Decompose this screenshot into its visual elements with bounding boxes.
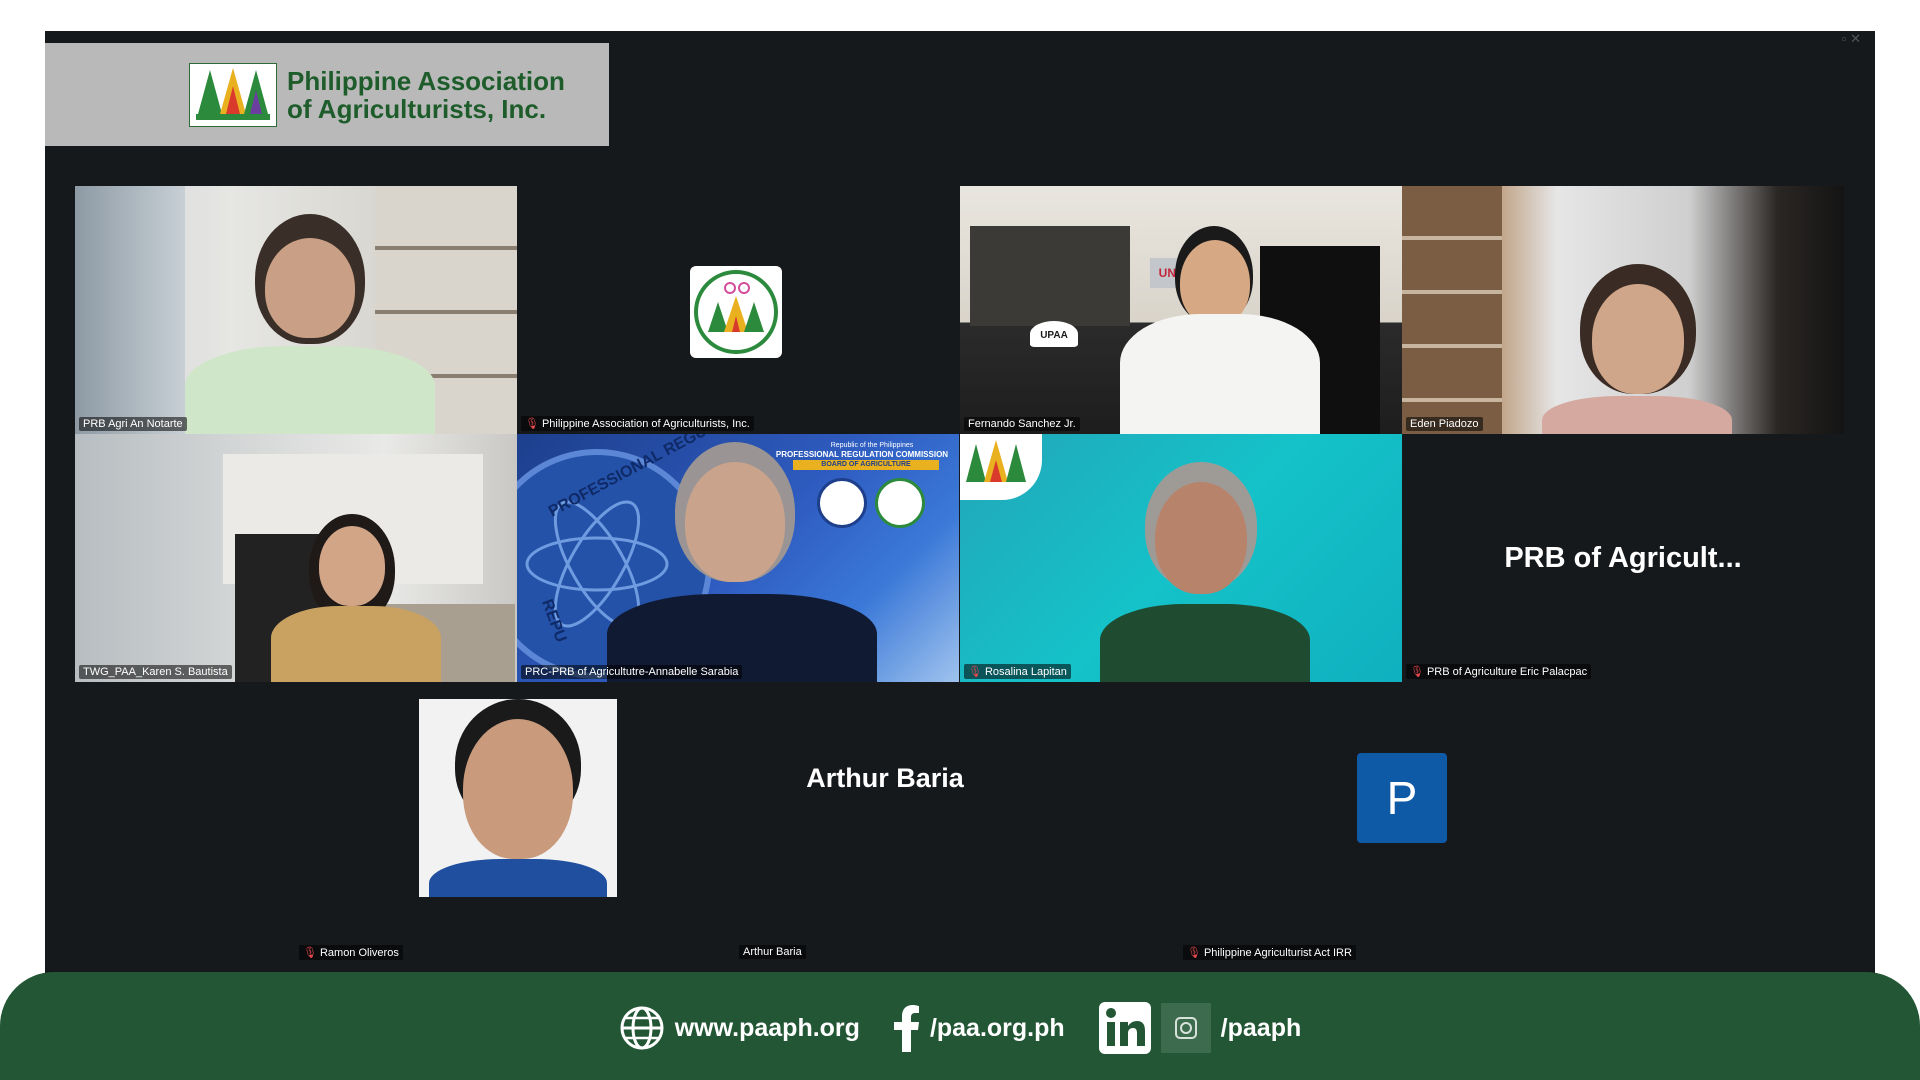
shelf [1402,186,1502,434]
website-link[interactable]: www.paaph.org [619,1005,860,1051]
video-tile-annabelle[interactable]: PROFESSIONAL REGULATIO REPU Republic of … [517,434,959,682]
ramon-avatar[interactable] [419,699,617,897]
meeting-stage: ▫ ✕ Philippine Association of Agricultur… [45,31,1875,1080]
close-icon[interactable]: ✕ [1850,31,1861,46]
paa-avatar [690,266,782,358]
participant-display-name: PRB of Agricult... [1504,541,1742,574]
person-body [185,346,435,434]
facebook-link[interactable]: /paa.org.ph [893,1004,1065,1052]
threads-icon [1160,1003,1211,1053]
prc-header-line2: PROFESSIONAL REGULATION COMMISSION [775,450,949,459]
participant-name: 🎙︎ Philippine Association of Agriculturis… [521,416,754,431]
person-body [429,859,607,897]
window-controls[interactable]: ▫ ✕ [1842,31,1861,47]
mic-muted-icon: 🎙︎ [303,947,317,959]
paa-corner-logo-icon [966,440,1026,482]
mic-muted-icon: 🎙︎ [1187,947,1201,959]
window-frame [75,186,185,434]
person-face [685,462,785,582]
org-name-line2: of Agriculturists, Inc. [287,94,547,124]
video-tile-notarte[interactable]: PRB Agri An Notarte [75,186,517,434]
globe-icon [620,1006,664,1050]
social-handle-text: /paaph [1220,1013,1302,1042]
facebook-icon [893,1005,919,1052]
participant-name: TWG_PAA_Karen S. Bautista [79,665,232,679]
video-tile-rosalina[interactable]: 🎙︎ Rosalina Lapitan [960,434,1402,682]
video-tile-eden[interactable]: Eden Piadozo [1402,186,1844,434]
footer-bar: www.paaph.org /paa.org.ph /paaph [0,972,1920,1080]
participant-name: Fernando Sanchez Jr. [964,417,1080,431]
facebook-text: /paa.org.ph [929,1013,1065,1042]
board-logo-icon [875,478,925,528]
trophy-shelf [970,226,1130,326]
person-face [319,526,385,606]
mic-muted-icon: 🎙︎ [968,666,982,678]
linkedin-icon [1098,1002,1151,1054]
person-face [1155,482,1247,594]
mic-muted-icon: 🎙︎ [525,418,539,430]
participant-name-ramon: 🎙︎ Ramon Oliveros [299,945,403,960]
arthur-display-name[interactable]: Arthur Baria [665,763,1105,794]
video-tile-karen[interactable]: TWG_PAA_Karen S. Bautista [75,434,517,682]
org-name: Philippine Association of Agriculturists… [287,67,565,123]
person-face [265,238,355,338]
participant-name: 🎙︎ Rosalina Lapitan [964,664,1071,679]
participant-name-p: 🎙︎ Philippine Agriculturist Act IRR [1183,945,1356,960]
cap: UPAA [1030,321,1078,347]
paa-corner-logo [960,434,1042,500]
prc-header-line3: BOARD OF AGRICULTURE [793,460,939,470]
video-tile-eric[interactable]: PRB of Agricult... 🎙︎ PRB of Agriculture … [1402,434,1844,682]
person-body [1100,604,1310,682]
person-body [1120,314,1320,434]
bottom-participant-row: 🎙︎ Ramon Oliveros Arthur Baria Arthur Bar… [45,699,1875,960]
paa-logo [189,63,277,127]
minimize-icon[interactable]: ▫ [1842,31,1847,46]
person-face [1592,284,1684,394]
mic-muted-icon: 🎙︎ [1410,666,1424,678]
video-tile-fernando[interactable]: UPAA UNO Fernando Sanchez Jr. [960,186,1402,434]
social-links[interactable]: /paaph [1098,1002,1302,1054]
prc-logo-icon [817,478,867,528]
participant-name: PRB Agri An Notarte [79,417,187,431]
person-body [271,606,441,682]
participant-name: 🎙︎ PRB of Agriculture Eric Palacpac [1406,664,1592,679]
participant-initial-avatar[interactable]: P [1357,753,1447,843]
participant-name: Eden Piadozo [1406,417,1483,431]
person-body [1542,396,1732,434]
website-text: www.paaph.org [674,1013,860,1042]
participant-name-arthur: Arthur Baria [739,945,806,959]
org-name-line1: Philippine Association [287,66,565,96]
org-banner: Philippine Association of Agriculturists… [45,43,609,146]
video-tile-paa[interactable]: 🎙︎ Philippine Association of Agriculturis… [517,186,959,434]
prc-header-line1: Republic of the Philippines [830,442,914,449]
person-face [463,719,573,859]
paa-logo-icon [190,64,276,126]
paa-circle-logo-icon [694,270,778,354]
participant-name: PRC-PRB of Agricultutre-Annabelle Sarabi… [521,665,743,679]
